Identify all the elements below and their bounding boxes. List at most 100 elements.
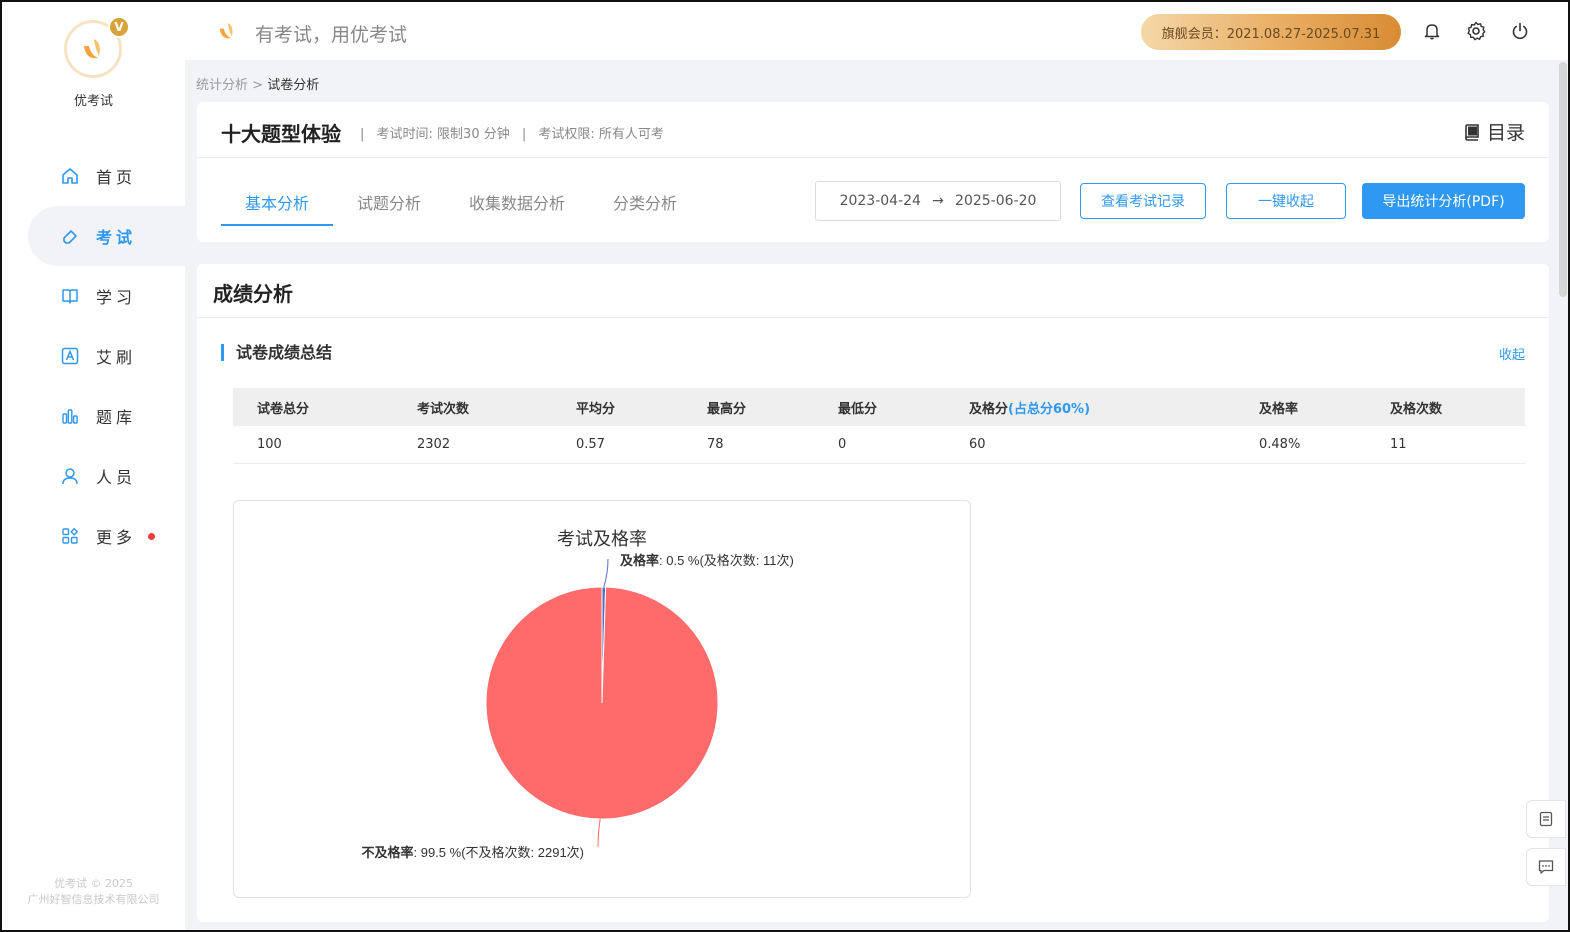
column-header: 及格次数 xyxy=(1366,388,1525,426)
column-header: 最低分 xyxy=(814,388,945,426)
sidebar-item-label: 艾刷 xyxy=(96,348,137,367)
breadcrumb-current: 试卷分析 xyxy=(267,78,320,93)
score-analysis-card: 成绩分析 试卷成绩总结 收起 试卷总分 考试次数 平均分 最高分 最低分 及格分… xyxy=(197,264,1549,922)
toc-label: 目录 xyxy=(1486,122,1525,144)
date-end[interactable]: 2025-06-20 xyxy=(955,193,1036,209)
home-icon xyxy=(60,166,80,186)
apps-icon xyxy=(60,526,80,546)
table-row: 100 2302 0.57 78 0 60 0.48% 11 xyxy=(233,426,1525,464)
sidebar-item-label: 题库 xyxy=(96,408,137,427)
member-badge[interactable]: 旗舰会员：2021.08.27-2025.07.31 xyxy=(1141,14,1401,50)
sidebar-item-exam[interactable]: 考试 xyxy=(28,206,185,266)
chat-icon xyxy=(1538,859,1554,875)
tab-category-analysis[interactable]: 分类分析 xyxy=(589,184,701,226)
meta-separator: | xyxy=(521,127,527,142)
column-header-pass-score: 及格分(占总分60%) xyxy=(945,388,1235,426)
chart-title: 考试及格率 xyxy=(557,529,647,549)
sub-section-title: 试卷成绩总结 xyxy=(221,344,332,361)
export-pdf-button[interactable]: 导出统计分析(PDF) xyxy=(1362,183,1525,219)
brand-name: 优考试 xyxy=(73,94,113,109)
exam-permission: 考试权限: 所有人可考 xyxy=(538,127,664,142)
book-icon xyxy=(1463,123,1481,141)
gear-icon[interactable] xyxy=(1465,20,1487,42)
exam-time-limit: 考试时间: 限制30 分钟 xyxy=(376,127,510,142)
table-header-row: 试卷总分 考试次数 平均分 最高分 最低分 及格分(占总分60%) 及格率 及格… xyxy=(233,388,1525,426)
date-arrow: → xyxy=(932,193,944,209)
exam-title: 十大题型体验 xyxy=(221,122,341,146)
exam-meta: | 考试时间: 限制30 分钟 | 考试权限: 所有人可考 xyxy=(352,123,664,142)
label-leader-line xyxy=(597,818,601,848)
sidebar-item-question-bank[interactable]: 题库 xyxy=(2,386,185,446)
a-letter-icon xyxy=(60,346,80,366)
table-cell: 11 xyxy=(1366,426,1525,464)
sidebar-item-label: 人员 xyxy=(96,468,137,487)
column-header: 及格分 xyxy=(969,401,1009,417)
table-cell: 78 xyxy=(683,426,814,464)
divider xyxy=(197,157,1549,158)
breadcrumb-separator: > xyxy=(252,78,264,93)
pie-slice-fail[interactable] xyxy=(485,586,719,820)
book-icon xyxy=(60,286,80,306)
pass-rate-pie-chart: 及格率: 0.5 %(及格次数: 11次) 不及格率: 99.5 %(不及格次数:… xyxy=(361,529,794,860)
sidebar-item-label: 学习 xyxy=(96,288,137,307)
pass-rate-chart-container: 及格率: 0.5 %(及格次数: 11次) 不及格率: 99.5 %(不及格次数:… xyxy=(233,500,971,898)
sidebar-nav: 首页 考试 学习 艾刷 题库 人员 更多 xyxy=(2,146,185,566)
brand-logo[interactable]: V xyxy=(64,16,130,80)
table-cell: 0.48% xyxy=(1235,426,1366,464)
slogan: 有考试，用优考试 xyxy=(255,24,408,46)
sidebar-item-more[interactable]: 更多 xyxy=(2,506,185,566)
breadcrumb: 统计分析 > 试卷分析 xyxy=(196,74,319,93)
tab-collected-data-analysis[interactable]: 收集数据分析 xyxy=(445,184,589,226)
section-title: 成绩分析 xyxy=(213,282,293,306)
scrollbar[interactable] xyxy=(1559,62,1567,297)
breadcrumb-parent[interactable]: 统计分析 xyxy=(196,78,248,93)
person-icon xyxy=(60,466,80,486)
collapse-link[interactable]: 收起 xyxy=(1499,344,1525,363)
column-header: 及格率 xyxy=(1235,388,1366,426)
collapse-all-button[interactable]: 一键收起 xyxy=(1226,183,1346,219)
pass-score-hint: (占总分60%) xyxy=(1008,401,1091,417)
sidebar: V 优考试 首页 考试 学习 艾刷 题库 人员 更多 优考试 © 2025 广州… xyxy=(2,2,185,930)
chat-float-button[interactable] xyxy=(1526,848,1566,886)
document-icon xyxy=(1538,811,1554,827)
tab-question-analysis[interactable]: 试题分析 xyxy=(333,184,445,226)
power-icon[interactable] xyxy=(1509,20,1531,42)
tab-basic-analysis[interactable]: 基本分析 xyxy=(221,184,334,226)
sidebar-item-home[interactable]: 首页 xyxy=(2,146,185,206)
sidebar-item-aishua[interactable]: 艾刷 xyxy=(2,326,185,386)
table-cell: 0 xyxy=(814,426,945,464)
analysis-tabs: 基本分析 试题分析 收集数据分析 分类分析 xyxy=(221,184,701,226)
column-header: 考试次数 xyxy=(393,388,552,426)
pie-label-fail: 不及格率: 99.5 %(不及格次数: 2291次) xyxy=(361,845,584,860)
table-cell: 100 xyxy=(233,426,393,464)
meta-separator: | xyxy=(360,127,365,142)
copyright-line: 优考试 © 2025 xyxy=(54,877,133,890)
sidebar-item-people[interactable]: 人员 xyxy=(2,446,185,506)
score-summary-table: 试卷总分 考试次数 平均分 最高分 最低分 及格分(占总分60%) 及格率 及格… xyxy=(233,388,1525,464)
label-leader-line xyxy=(603,558,609,588)
exam-header-card: 十大题型体验 | 考试时间: 限制30 分钟 | 考试权限: 所有人可考 目录 … xyxy=(197,102,1549,242)
copyright: 优考试 © 2025 广州好智信息技术有限公司 xyxy=(2,876,185,908)
document-float-button[interactable] xyxy=(1526,800,1566,838)
top-logo-icon xyxy=(215,19,239,47)
sidebar-item-label: 考试 xyxy=(96,228,137,247)
vip-badge: V xyxy=(108,16,130,38)
company-name: 广州好智信息技术有限公司 xyxy=(27,893,160,906)
pie-label-pass: 及格率: 0.5 %(及格次数: 11次) xyxy=(620,553,794,568)
view-records-button[interactable]: 查看考试记录 xyxy=(1080,183,1206,219)
toc-button[interactable]: 目录 xyxy=(1463,118,1525,145)
column-header: 试卷总分 xyxy=(233,388,393,426)
date-range-picker[interactable]: 2023-04-24 → 2025-06-20 xyxy=(815,181,1061,221)
date-start[interactable]: 2023-04-24 xyxy=(840,193,921,209)
table-cell: 0.57 xyxy=(552,426,683,464)
bar-chart-icon xyxy=(60,406,80,426)
column-header: 平均分 xyxy=(552,388,683,426)
sidebar-item-label: 更多 xyxy=(96,528,137,547)
notification-dot xyxy=(148,532,156,540)
sidebar-item-study[interactable]: 学习 xyxy=(2,266,185,326)
table-cell: 60 xyxy=(945,426,1235,464)
sidebar-item-label: 首页 xyxy=(96,168,137,187)
top-bar: 有考试，用优考试 旗舰会员：2021.08.27-2025.07.31 xyxy=(185,2,1568,60)
bell-icon[interactable] xyxy=(1421,20,1443,42)
eraser-icon xyxy=(60,226,80,246)
